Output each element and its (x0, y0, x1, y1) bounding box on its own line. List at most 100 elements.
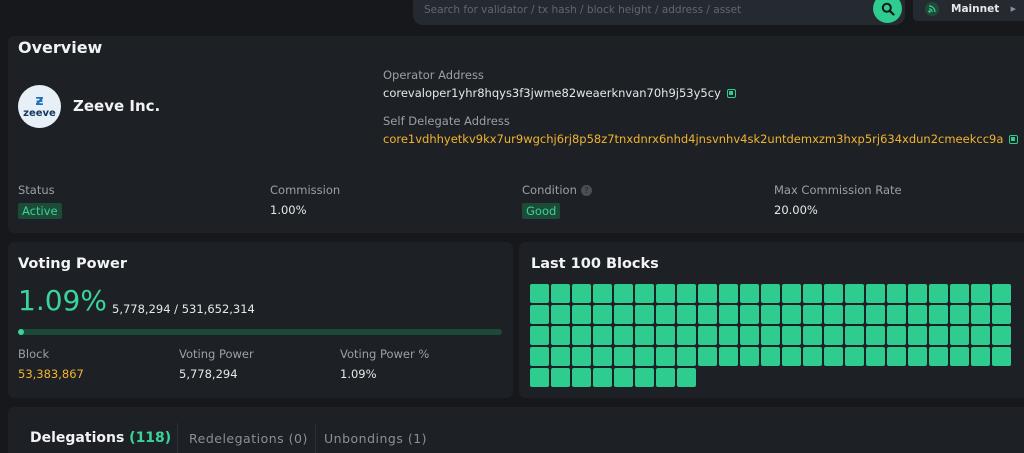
block-cell[interactable] (572, 305, 591, 324)
block-cell[interactable] (866, 305, 885, 324)
block-cell[interactable] (530, 326, 549, 345)
block-cell[interactable] (950, 347, 969, 366)
block-cell[interactable] (719, 347, 738, 366)
block-cell[interactable] (572, 326, 591, 345)
block-cell[interactable] (593, 368, 612, 387)
block-cell[interactable] (551, 347, 570, 366)
block-cell[interactable] (803, 305, 822, 324)
block-cell[interactable] (761, 347, 780, 366)
block-cell[interactable] (887, 347, 906, 366)
block-cell[interactable] (656, 368, 675, 387)
search-button[interactable] (873, 0, 902, 23)
block-cell[interactable] (614, 326, 633, 345)
block-cell[interactable] (530, 368, 549, 387)
block-cell[interactable] (698, 305, 717, 324)
block-cell[interactable] (887, 326, 906, 345)
block-cell[interactable] (971, 305, 990, 324)
block-cell[interactable] (572, 284, 591, 303)
block-cell[interactable] (950, 284, 969, 303)
block-cell[interactable] (740, 326, 759, 345)
block-cell[interactable] (887, 284, 906, 303)
block-cell[interactable] (845, 305, 864, 324)
block-cell[interactable] (908, 305, 927, 324)
block-cell[interactable] (698, 284, 717, 303)
block-cell[interactable] (845, 347, 864, 366)
block-cell[interactable] (593, 305, 612, 324)
tab-delegations[interactable]: Delegations (118) (30, 430, 171, 446)
block-cell[interactable] (635, 326, 654, 345)
block-cell[interactable] (614, 347, 633, 366)
search-input[interactable] (424, 3, 854, 16)
block-cell[interactable] (824, 305, 843, 324)
block-cell[interactable] (803, 284, 822, 303)
block-cell[interactable] (824, 347, 843, 366)
block-cell[interactable] (845, 284, 864, 303)
block-cell[interactable] (761, 326, 780, 345)
block-cell[interactable] (551, 284, 570, 303)
block-cell[interactable] (992, 305, 1011, 324)
block-cell[interactable] (530, 305, 549, 324)
block-cell[interactable] (929, 347, 948, 366)
block-cell[interactable] (698, 326, 717, 345)
block-cell[interactable] (782, 326, 801, 345)
block-cell[interactable] (572, 347, 591, 366)
block-cell[interactable] (719, 284, 738, 303)
block-cell[interactable] (929, 284, 948, 303)
block-cell[interactable] (866, 326, 885, 345)
tab-redelegations[interactable]: Redelegations (0) (189, 431, 308, 446)
block-cell[interactable] (551, 368, 570, 387)
block-cell[interactable] (740, 305, 759, 324)
block-cell[interactable] (593, 326, 612, 345)
block-cell[interactable] (614, 284, 633, 303)
block-cell[interactable] (992, 284, 1011, 303)
copy-icon[interactable] (726, 88, 736, 98)
block-cell[interactable] (782, 305, 801, 324)
block-cell[interactable] (656, 347, 675, 366)
block-cell[interactable] (719, 326, 738, 345)
block-cell[interactable] (929, 305, 948, 324)
block-cell[interactable] (803, 326, 822, 345)
block-cell[interactable] (593, 347, 612, 366)
block-cell[interactable] (593, 284, 612, 303)
block-cell[interactable] (635, 284, 654, 303)
help-icon[interactable]: ? (580, 185, 592, 196)
block-cell[interactable] (761, 305, 780, 324)
block-cell[interactable] (971, 326, 990, 345)
block-cell[interactable] (530, 347, 549, 366)
block-cell[interactable] (530, 284, 549, 303)
network-selector[interactable]: Mainnet ▶ (913, 0, 1024, 21)
block-cell[interactable] (656, 305, 675, 324)
block-cell[interactable] (908, 326, 927, 345)
block-cell[interactable] (635, 347, 654, 366)
block-cell[interactable] (950, 326, 969, 345)
block-cell[interactable] (992, 347, 1011, 366)
block-cell[interactable] (635, 368, 654, 387)
tab-unbondings[interactable]: Unbondings (1) (324, 431, 427, 446)
block-cell[interactable] (971, 284, 990, 303)
block-cell[interactable] (656, 284, 675, 303)
block-cell[interactable] (551, 326, 570, 345)
block-cell[interactable] (824, 326, 843, 345)
block-cell[interactable] (887, 305, 906, 324)
block-cell[interactable] (677, 368, 696, 387)
block-cell[interactable] (656, 326, 675, 345)
block-cell[interactable] (677, 284, 696, 303)
block-cell[interactable] (803, 347, 822, 366)
block-cell[interactable] (572, 368, 591, 387)
block-cell[interactable] (677, 347, 696, 366)
block-cell[interactable] (635, 305, 654, 324)
block-cell[interactable] (782, 347, 801, 366)
block-cell[interactable] (971, 347, 990, 366)
block-cell[interactable] (824, 284, 843, 303)
self-delegate-address-link[interactable]: core1vdhhyetkv9kx7ur9wgchj6rj8p58z7tnxdn… (383, 132, 1003, 146)
block-cell[interactable] (740, 284, 759, 303)
block-cell[interactable] (782, 284, 801, 303)
block-cell[interactable] (698, 347, 717, 366)
block-cell[interactable] (551, 305, 570, 324)
block-cell[interactable] (908, 284, 927, 303)
block-cell[interactable] (908, 347, 927, 366)
block-cell[interactable] (992, 326, 1011, 345)
block-cell[interactable] (677, 305, 696, 324)
block-cell[interactable] (614, 305, 633, 324)
block-cell[interactable] (950, 305, 969, 324)
